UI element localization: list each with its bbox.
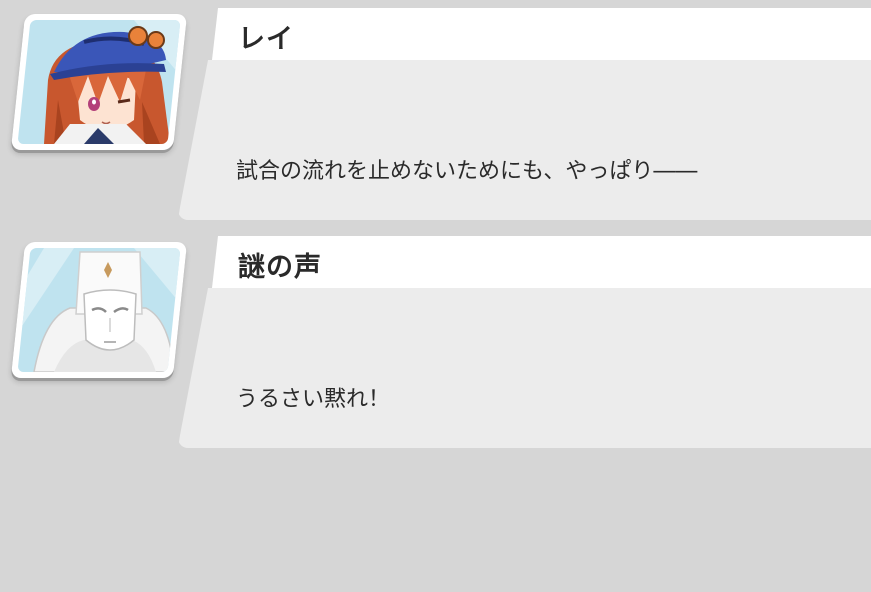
message-line: うるさい黙れ！ (236, 387, 391, 412)
message-text: うるさい黙れ！ 言うことを聞けーっ！！！ (236, 312, 501, 517)
message-line: 言うことを聞けーっ！！！ (236, 492, 501, 517)
masked-figure-portrait-icon (17, 248, 181, 372)
speaker-name: 謎の声 (238, 252, 322, 283)
dialogue-entry: 謎の声 うるさい黙れ！ 言うことを聞けーっ！！！ (0, 228, 871, 450)
speech-bubble: うるさい黙れ！ 言うことを聞けーっ！！！ (178, 288, 871, 448)
character-portrait-icon (17, 20, 181, 144)
message-line: 試合の流れを止めないためにも、やっぱり―― (236, 159, 698, 184)
dialogue-entry: レイ 試合の流れを止めないためにも、やっぱり―― (0, 0, 871, 222)
avatar (10, 242, 188, 378)
speaker-name: レイ (238, 24, 294, 55)
avatar (10, 14, 188, 150)
speaker-name-plate: レイ (212, 8, 871, 60)
speech-bubble: 試合の流れを止めないためにも、やっぱり―― (178, 60, 871, 220)
speaker-name-plate: 謎の声 (212, 236, 871, 288)
